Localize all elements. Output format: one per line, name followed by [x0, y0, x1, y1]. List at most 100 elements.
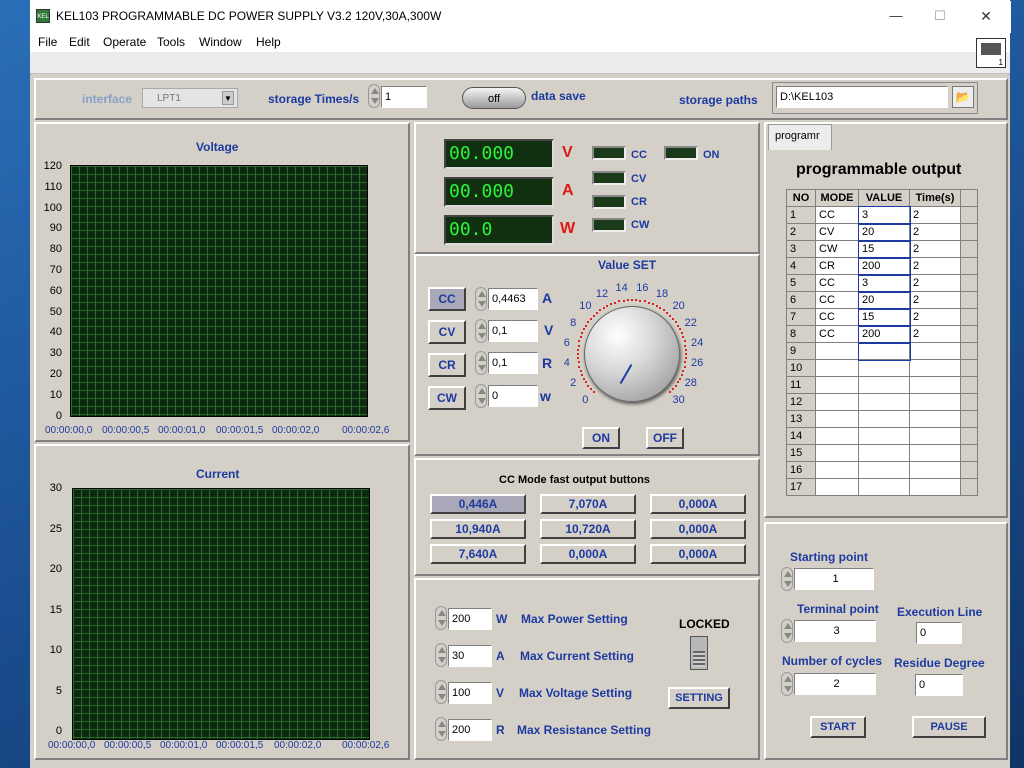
- row-value[interactable]: [858, 444, 910, 462]
- cc-value-spinner[interactable]: [475, 287, 487, 311]
- row-value[interactable]: 15: [857, 239, 911, 259]
- table-row[interactable]: 14: [786, 427, 978, 445]
- pause-button[interactable]: PAUSE: [912, 716, 986, 738]
- table-row[interactable]: 11: [786, 376, 978, 394]
- close-button[interactable]: ✕: [974, 6, 998, 26]
- row-time[interactable]: 2: [909, 206, 961, 224]
- max-voltage-spinner[interactable]: [435, 680, 447, 704]
- row-mode[interactable]: [815, 444, 859, 462]
- row-time[interactable]: [909, 444, 961, 462]
- table-row[interactable]: 17: [786, 478, 978, 496]
- cycles-spinner[interactable]: [781, 672, 793, 696]
- row-mode[interactable]: [815, 342, 859, 360]
- output-off-button[interactable]: OFF: [646, 427, 684, 449]
- row-mode[interactable]: CW: [815, 240, 859, 258]
- menu-edit[interactable]: Edit: [69, 32, 90, 52]
- row-value[interactable]: [858, 461, 910, 479]
- row-mode[interactable]: [815, 461, 859, 479]
- row-mode[interactable]: [815, 359, 859, 377]
- row-value[interactable]: 20: [857, 222, 911, 242]
- fast-output-button[interactable]: 10,940A: [430, 519, 526, 539]
- scrollbar-cell[interactable]: [960, 461, 978, 479]
- cc-mode-button[interactable]: CC: [428, 287, 466, 311]
- row-time[interactable]: 2: [909, 240, 961, 258]
- row-value[interactable]: [858, 427, 910, 445]
- cv-value-spinner[interactable]: [475, 319, 487, 343]
- tab-programr[interactable]: programr: [768, 124, 832, 150]
- maximize-button[interactable]: ☐: [928, 6, 952, 26]
- scrollbar-cell[interactable]: [960, 427, 978, 445]
- table-row[interactable]: 4 CR 200 2: [786, 256, 978, 276]
- start-button[interactable]: START: [810, 716, 866, 738]
- row-time[interactable]: 2: [909, 223, 961, 241]
- row-mode[interactable]: [815, 427, 859, 445]
- row-mode[interactable]: [815, 376, 859, 394]
- value-knob[interactable]: [584, 306, 680, 402]
- minimize-button[interactable]: —: [884, 6, 908, 26]
- cv-value-input[interactable]: 0,1: [488, 320, 538, 342]
- fast-output-button[interactable]: 0,000A: [650, 544, 746, 564]
- row-mode[interactable]: CC: [815, 274, 859, 292]
- scrollbar-cell[interactable]: [960, 478, 978, 496]
- scrollbar-cell[interactable]: [960, 393, 978, 411]
- starting-point-spinner[interactable]: [781, 567, 793, 591]
- table-row[interactable]: 8 CC 200 2: [786, 324, 978, 344]
- fast-output-button[interactable]: 7,640A: [430, 544, 526, 564]
- cr-value-spinner[interactable]: [475, 351, 487, 375]
- row-time[interactable]: [909, 342, 961, 360]
- cw-value-input[interactable]: 0: [488, 385, 538, 407]
- table-row[interactable]: 16: [786, 461, 978, 479]
- starting-point-input[interactable]: 1: [794, 568, 874, 590]
- row-mode[interactable]: CC: [815, 206, 859, 224]
- cr-mode-button[interactable]: CR: [428, 353, 466, 377]
- scrollbar-cell[interactable]: [960, 206, 978, 224]
- cw-mode-button[interactable]: CW: [428, 386, 466, 410]
- fast-output-button[interactable]: 7,070A: [540, 494, 636, 514]
- max-resistance-input[interactable]: 200: [448, 719, 492, 741]
- table-row[interactable]: 2 CV 20 2: [786, 222, 978, 242]
- row-mode[interactable]: [815, 478, 859, 496]
- table-row[interactable]: 6 CC 20 2: [786, 290, 978, 310]
- scrollbar-cell[interactable]: [960, 223, 978, 241]
- data-save-toggle[interactable]: off: [462, 87, 526, 109]
- fast-output-button[interactable]: 10,720A: [540, 519, 636, 539]
- row-mode[interactable]: CR: [815, 257, 859, 275]
- scrollbar-cell[interactable]: [960, 308, 978, 326]
- table-row[interactable]: 5 CC 3 2: [786, 273, 978, 293]
- cc-value-input[interactable]: 0,4463: [488, 288, 538, 310]
- row-mode[interactable]: CC: [815, 325, 859, 343]
- table-row[interactable]: 7 CC 15 2: [786, 307, 978, 327]
- row-value[interactable]: 3: [857, 273, 911, 293]
- row-mode[interactable]: CC: [815, 308, 859, 326]
- menu-file[interactable]: File: [38, 32, 57, 52]
- row-value[interactable]: 3: [857, 205, 911, 225]
- row-value[interactable]: [857, 341, 911, 361]
- row-time[interactable]: [909, 427, 961, 445]
- scrollbar-cell[interactable]: [960, 325, 978, 343]
- row-value[interactable]: 20: [857, 290, 911, 310]
- max-resistance-spinner[interactable]: [435, 717, 447, 741]
- row-value[interactable]: [858, 393, 910, 411]
- lock-switch[interactable]: [690, 636, 708, 670]
- row-value[interactable]: [858, 376, 910, 394]
- scrollbar-cell[interactable]: [960, 410, 978, 428]
- table-row[interactable]: 15: [786, 444, 978, 462]
- row-value[interactable]: 15: [857, 307, 911, 327]
- row-time[interactable]: [909, 393, 961, 411]
- col-scroll[interactable]: [960, 189, 978, 207]
- menu-tools[interactable]: Tools: [157, 32, 185, 52]
- row-time[interactable]: [909, 478, 961, 496]
- scrollbar-cell[interactable]: [960, 444, 978, 462]
- max-voltage-input[interactable]: 100: [448, 682, 492, 704]
- setting-button[interactable]: SETTING: [668, 687, 730, 709]
- max-power-input[interactable]: 200: [448, 608, 492, 630]
- row-mode[interactable]: [815, 393, 859, 411]
- folder-browse-icon[interactable]: 📂: [952, 86, 974, 108]
- output-on-button[interactable]: ON: [582, 427, 620, 449]
- storage-times-spinner[interactable]: [368, 84, 380, 108]
- scrollbar-cell[interactable]: [960, 240, 978, 258]
- vi-icon[interactable]: 1: [976, 38, 1006, 68]
- fast-output-button[interactable]: 0,446A: [430, 494, 526, 514]
- row-time[interactable]: [909, 376, 961, 394]
- scrollbar-cell[interactable]: [960, 342, 978, 360]
